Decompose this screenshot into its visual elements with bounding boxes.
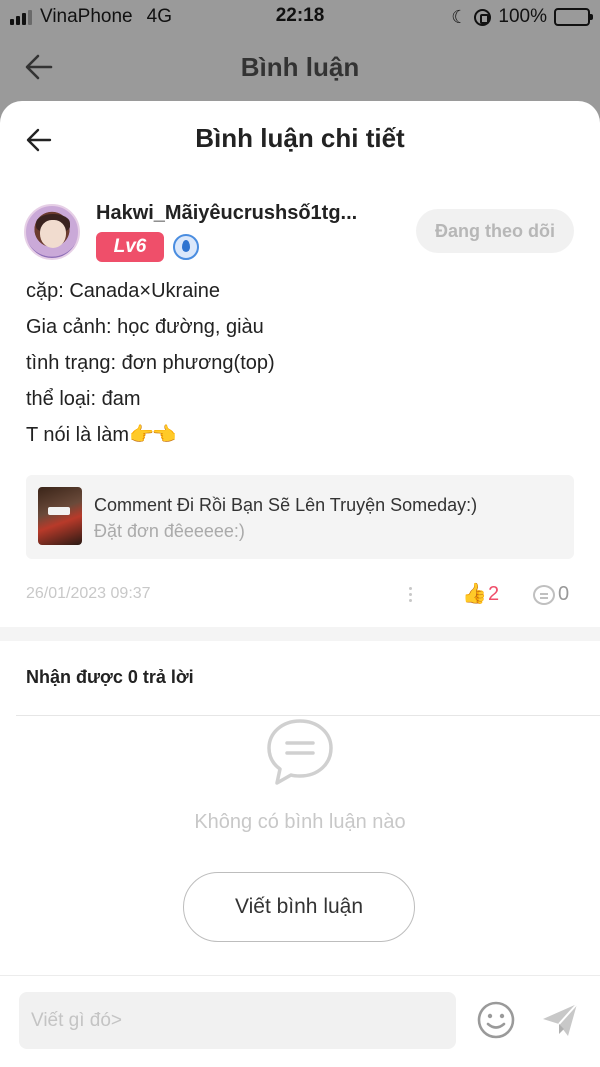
moon-icon: ☾	[451, 6, 468, 27]
username[interactable]: Hakwi_Mãiyêucrushsố1tg...	[96, 202, 396, 225]
comment-line-text: T nói là làm	[26, 424, 130, 446]
quoted-story-card[interactable]: Comment Đi Rồi Bạn Sẽ Lên Truyện Someday…	[26, 475, 574, 559]
comment-line: T nói là làm👉👈	[26, 421, 275, 457]
send-icon[interactable]	[540, 1000, 580, 1040]
story-thumbnail	[38, 487, 82, 545]
status-right: ☾ 100%	[451, 6, 593, 28]
comment-line: tình trạng: đơn phương(top)	[26, 352, 275, 374]
comment-detail-sheet: Bình luận chi tiết Hakwi_Mãiyêucrushsố1t…	[0, 101, 600, 1067]
replies-heading: Nhận được 0 trả lời	[26, 667, 194, 687]
write-comment-button[interactable]: Viết bình luận	[183, 872, 415, 942]
water-drop-badge-icon	[173, 234, 199, 260]
comment-bubble-icon[interactable]	[533, 585, 555, 605]
story-subtitle: Đặt đơn đêeeeee:)	[94, 521, 245, 541]
story-title: Comment Đi Rồi Bạn Sẽ Lên Truyện Someday…	[94, 495, 478, 515]
avatar[interactable]	[24, 204, 80, 260]
divider	[0, 975, 600, 976]
sheet-title: Bình luận chi tiết	[195, 123, 405, 153]
section-divider	[0, 627, 600, 641]
smiley-icon[interactable]	[476, 1000, 516, 1040]
empty-comments-icon	[267, 719, 333, 785]
comment-line: Gia cảnh: học đường, giàu	[26, 316, 264, 338]
like-count: 2	[488, 583, 500, 605]
rotation-lock-icon	[474, 8, 492, 26]
battery-icon	[554, 8, 593, 26]
page-title: Bình luận	[240, 52, 360, 82]
comment-line: thể loại: đam	[26, 388, 141, 410]
comment-content: cặp: Canada×Ukraine Gia cảnh: học đường,…	[26, 277, 275, 457]
comment-line: cặp: Canada×Ukraine	[26, 280, 221, 302]
comment-input[interactable]	[19, 992, 456, 1049]
status-bar: VinaPhone 4G 22:18 ☾ 100%	[0, 0, 600, 34]
battery-percent: 100%	[498, 6, 547, 27]
reply-count: 0	[558, 583, 570, 605]
page-header: Bình luận	[0, 34, 600, 100]
more-options-icon[interactable]	[400, 585, 420, 605]
empty-state-text: Không có bình luận nào	[194, 811, 406, 833]
thumbs-up-icon[interactable]: 👍	[462, 581, 487, 606]
level-badge: Lv6	[96, 232, 164, 262]
following-button[interactable]: Đang theo dõi	[416, 209, 574, 253]
comment-date: 26/01/2023 09:37	[26, 585, 151, 602]
pointing-fingers-emoji: 👉👈	[129, 424, 177, 446]
